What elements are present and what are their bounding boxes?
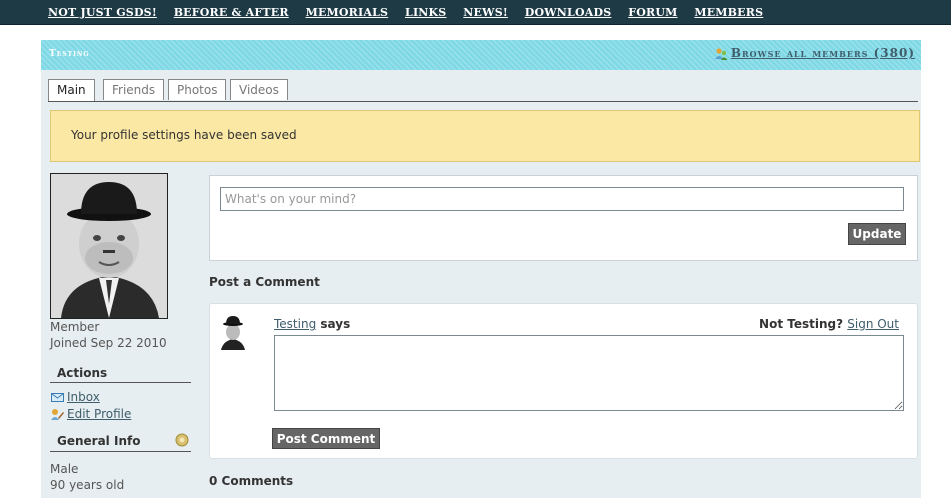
nav-link-links[interactable]: LINKS <box>405 6 446 19</box>
profile-avatar <box>50 173 168 319</box>
comment-textarea[interactable] <box>274 335 904 411</box>
members-icon <box>714 47 728 60</box>
inbox-icon <box>51 393 64 402</box>
member-role: Member <box>50 320 100 334</box>
profile-content: Main Friends Photos Videos Your profile … <box>41 70 921 498</box>
top-navigation: NOT JUST GSDS! BEFORE & AFTER MEMORIALS … <box>0 0 951 25</box>
post-comment-button[interactable]: Post Comment <box>272 428 380 449</box>
tab-main[interactable]: Main <box>48 79 95 101</box>
comments-count: 0 Comments <box>209 474 294 488</box>
tab-videos[interactable]: Videos <box>230 79 288 100</box>
browse-members-link[interactable]: Browse all members (380) <box>731 46 915 60</box>
commenter-avatar-image <box>221 316 245 350</box>
post-comment-heading: Post a Comment <box>209 275 320 289</box>
nav-list: NOT JUST GSDS! BEFORE & AFTER MEMORIALS … <box>48 5 776 19</box>
tab-photos[interactable]: Photos <box>168 79 227 100</box>
comment-author-link[interactable]: Testing <box>274 317 316 331</box>
inbox-link[interactable]: Inbox <box>67 390 100 404</box>
nav-link-downloads[interactable]: DOWNLOADS <box>525 6 612 19</box>
notice-text: Your profile settings have been saved <box>71 128 297 142</box>
browse-members: Browse all members (380) <box>714 46 915 61</box>
commenter-avatar <box>220 315 246 350</box>
not-you-label: Not Testing? <box>759 317 844 331</box>
nav-link-before-after[interactable]: BEFORE & AFTER <box>174 6 289 19</box>
general-info-heading: General Info <box>57 434 141 448</box>
general-info-divider <box>50 451 191 452</box>
gender-value: Male <box>50 462 79 476</box>
says-label: says <box>320 317 351 331</box>
comment-form: Testing says Not Testing? Sign Out Post … <box>209 303 918 459</box>
nav-link-memorials[interactable]: MEMORIALS <box>306 6 389 19</box>
nav-link-forum[interactable]: FORUM <box>628 6 677 19</box>
page-title: Testing <box>49 49 90 59</box>
settings-gear-icon[interactable] <box>175 433 189 447</box>
actions-heading: Actions <box>57 366 108 380</box>
status-input[interactable] <box>220 187 904 211</box>
edit-profile-link[interactable]: Edit Profile <box>67 407 131 421</box>
not-you-line: Not Testing? Sign Out <box>759 317 899 331</box>
success-notice: Your profile settings have been saved <box>50 110 920 162</box>
sign-out-link[interactable]: Sign Out <box>847 317 899 331</box>
status-update-box: Update <box>209 175 918 261</box>
nav-link-members[interactable]: MEMBERS <box>694 6 763 19</box>
nav-link-news[interactable]: NEWS! <box>463 6 508 19</box>
update-button[interactable]: Update <box>848 223 906 245</box>
age-value: 90 years old <box>50 478 125 492</box>
actions-divider <box>50 382 191 383</box>
profile-tabs: Main Friends Photos Videos <box>48 79 918 102</box>
tab-friends[interactable]: Friends <box>103 79 165 100</box>
joined-date: Joined Sep 22 2010 <box>50 336 167 350</box>
avatar-image <box>51 174 167 318</box>
nav-link-not-just-gsds[interactable]: NOT JUST GSDS! <box>48 6 157 19</box>
profile-header: Testing Browse all members (380) <box>41 40 921 70</box>
edit-profile-icon <box>51 409 64 420</box>
comment-author-line: Testing says <box>274 317 350 331</box>
